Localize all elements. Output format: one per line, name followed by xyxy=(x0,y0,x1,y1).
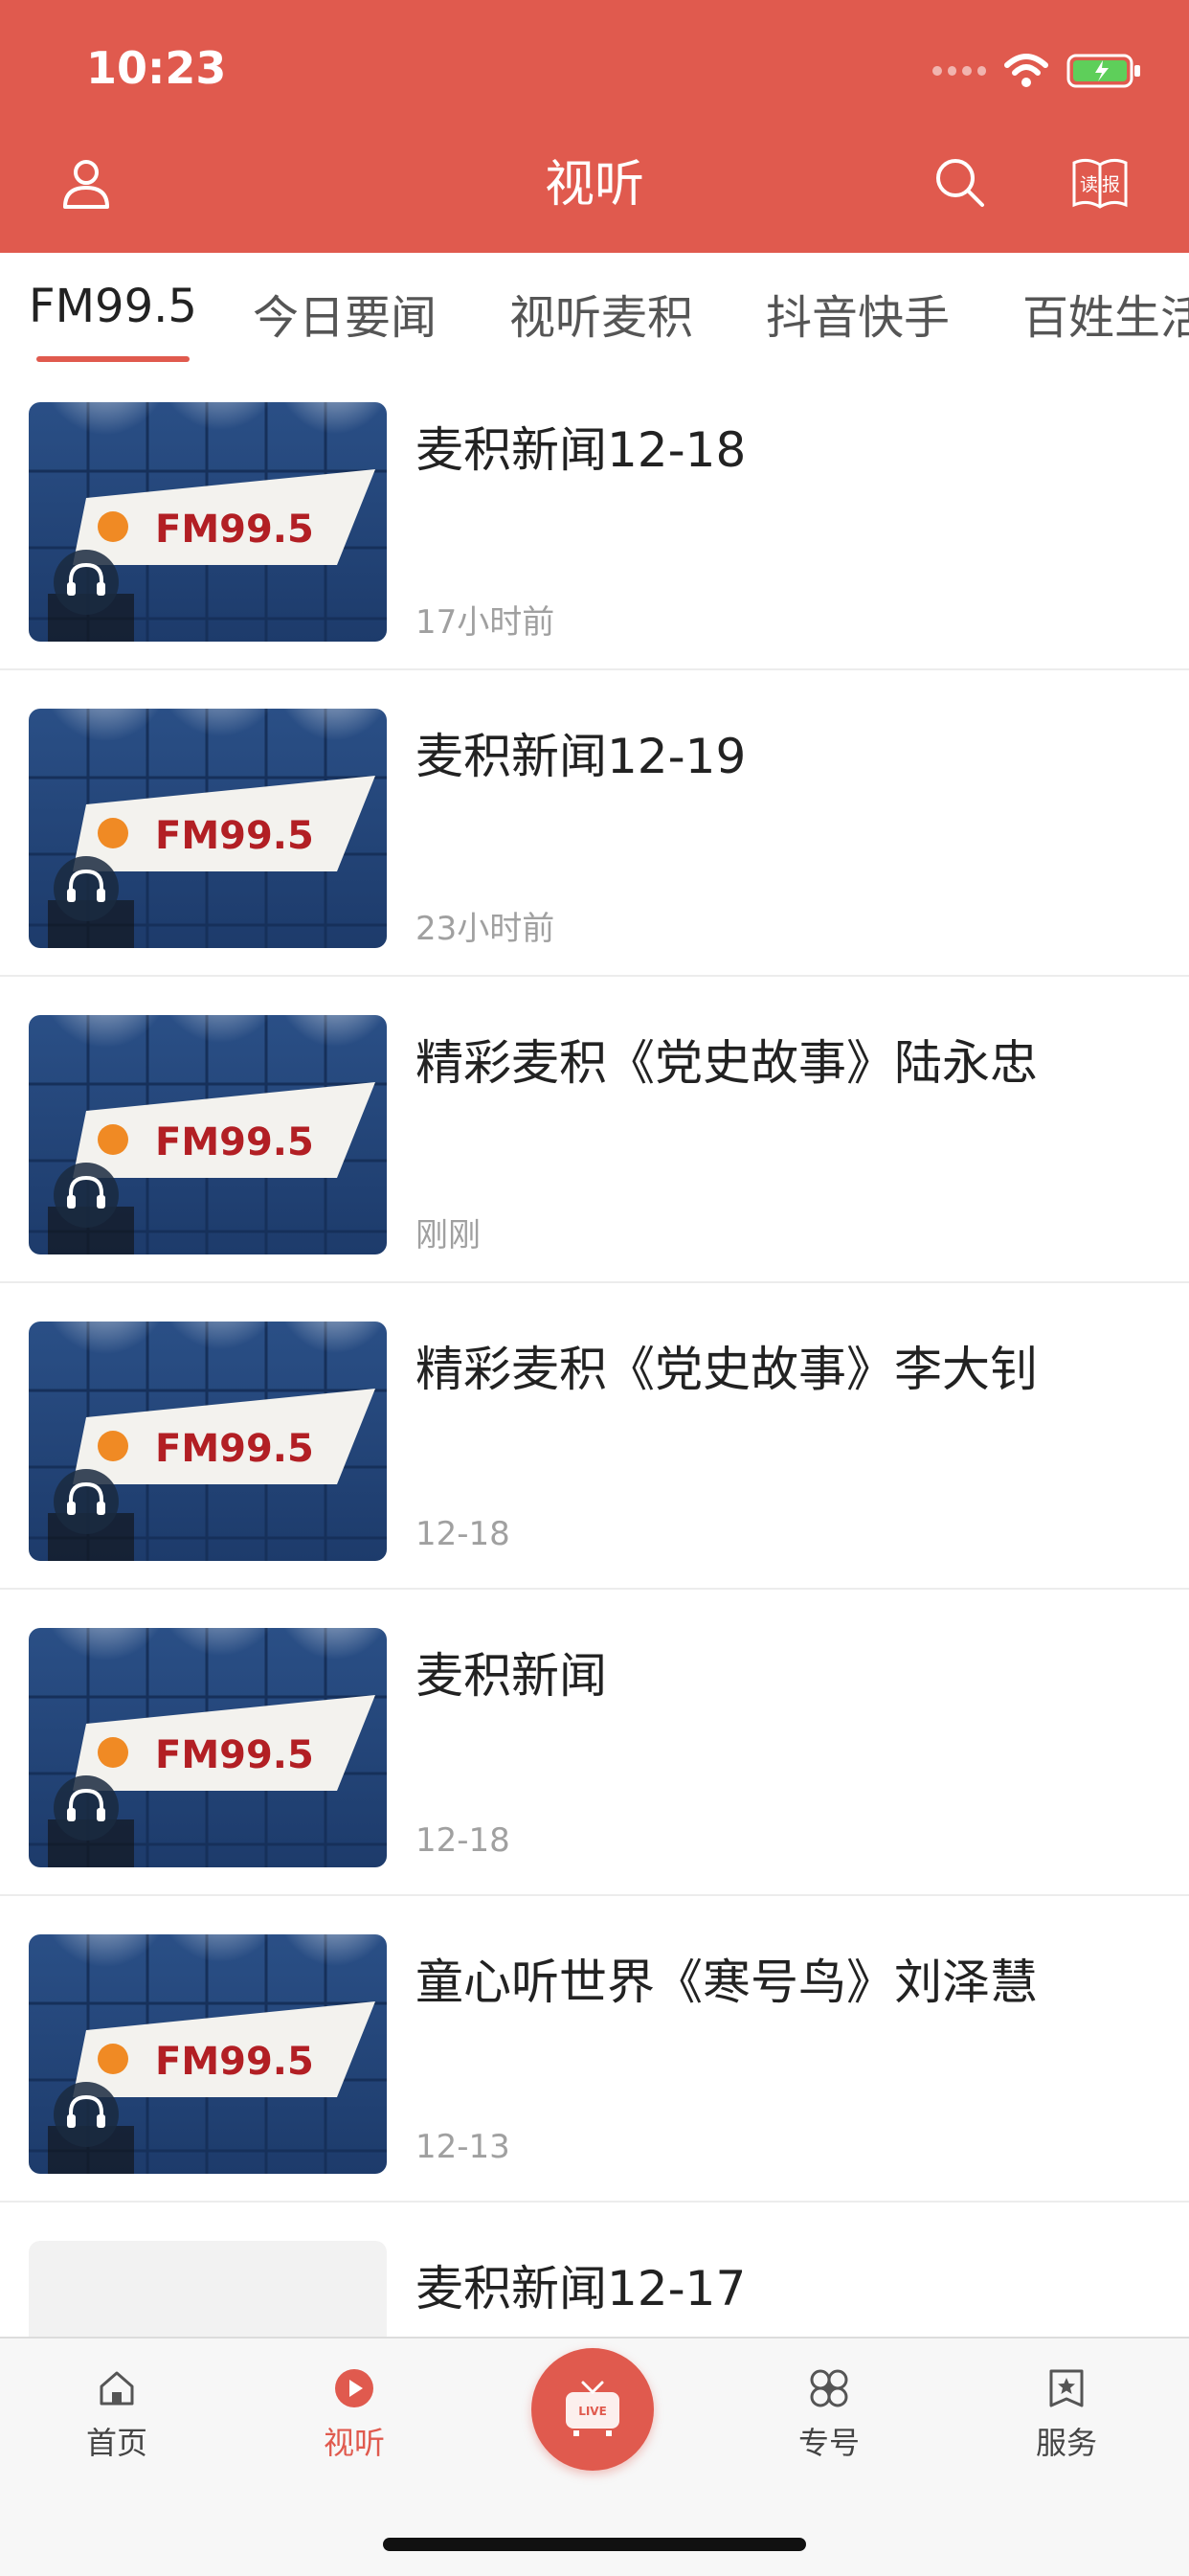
category-tabs: FM99.5 今日要闻 视听麦积 抖音快手 百姓生活 xyxy=(0,253,1189,364)
newspaper-button[interactable]: 读报 xyxy=(1070,153,1130,211)
item-title: 麦积新闻12-17 xyxy=(415,2261,747,2316)
play-icon xyxy=(335,2369,373,2407)
tabbar-listen[interactable]: 视听 xyxy=(278,2367,431,2463)
svg-text:FM99.5: FM99.5 xyxy=(155,814,314,858)
item-title: 精彩麦积《党史故事》陆永忠 xyxy=(415,1035,1038,1091)
tab-people-life[interactable]: 百姓生活 xyxy=(1022,280,1189,347)
list-item[interactable]: FM99.5 麦积新闻 12-18 xyxy=(0,1590,1189,1896)
flower-icon xyxy=(810,2369,848,2407)
app-header: 10:23 视听 读报 xyxy=(0,0,1189,253)
tabbar-special[interactable]: 专号 xyxy=(752,2367,906,2463)
live-label: LIVE xyxy=(578,2405,607,2418)
tab-fm995[interactable]: FM99.5 xyxy=(29,280,197,333)
tabbar-listen-label: 视听 xyxy=(323,2425,385,2461)
item-title: 精彩麦积《党史故事》李大钊 xyxy=(415,1342,1038,1397)
battery-icon xyxy=(1066,54,1140,88)
item-time: 12-13 xyxy=(415,2128,510,2166)
home-indicator xyxy=(383,2538,806,2551)
item-thumbnail: FM99.5 xyxy=(29,1322,387,1561)
svg-text:FM99.5: FM99.5 xyxy=(155,1427,314,1471)
item-time: 17小时前 xyxy=(415,603,555,642)
item-title: 麦积新闻 xyxy=(415,1648,607,1704)
tab-today-news[interactable]: 今日要闻 xyxy=(253,280,437,347)
tv-icon: LIVE xyxy=(566,2381,619,2436)
item-time: 23小时前 xyxy=(415,910,555,948)
list-item[interactable]: FM99.5 麦积新闻12-18 17小时前 xyxy=(0,364,1189,670)
live-button[interactable]: LIVE xyxy=(531,2348,654,2471)
item-thumbnail: FM99.5 xyxy=(29,1934,387,2174)
item-thumbnail: FM99.5 xyxy=(29,709,387,948)
item-time: 刚刚 xyxy=(415,1216,481,1254)
item-title: 童心听世界《寒号鸟》刘泽慧 xyxy=(415,1955,1038,2010)
newspaper-icon-label: 读报 xyxy=(1080,174,1125,195)
svg-text:FM99.5: FM99.5 xyxy=(155,508,314,552)
status-icons xyxy=(932,50,1143,92)
item-title: 麦积新闻12-18 xyxy=(415,422,747,478)
tabbar-special-label: 专号 xyxy=(797,2425,860,2461)
list-item[interactable]: FM99.5 精彩麦积《党史故事》陆永忠 刚刚 xyxy=(0,977,1189,1283)
list-item[interactable]: FM99.5 精彩麦积《党史故事》李大钊 12-18 xyxy=(0,1283,1189,1590)
tabbar-home[interactable]: 首页 xyxy=(40,2367,193,2463)
item-thumbnail: FM99.5 xyxy=(29,1015,387,1254)
item-time: 12-18 xyxy=(415,1821,510,1860)
svg-text:FM99.5: FM99.5 xyxy=(155,2040,314,2084)
wifi-icon xyxy=(1004,54,1048,87)
tab-maiji-media[interactable]: 视听麦积 xyxy=(509,280,693,347)
page-title: 视听 xyxy=(544,156,644,214)
tabbar-home-label: 首页 xyxy=(85,2425,147,2461)
signal-icon xyxy=(932,66,986,76)
item-thumbnail: FM99.5 xyxy=(29,402,387,642)
star-icon xyxy=(1049,2369,1084,2407)
status-time: 10:23 xyxy=(86,42,227,94)
home-icon xyxy=(100,2371,134,2406)
item-title: 麦积新闻12-19 xyxy=(415,729,747,784)
item-time: 12-18 xyxy=(415,1515,510,1553)
svg-text:FM99.5: FM99.5 xyxy=(155,1733,314,1777)
tab-active-indicator xyxy=(36,356,190,362)
list-item[interactable]: FM99.5 麦积新闻12-19 23小时前 xyxy=(0,670,1189,977)
list-item[interactable]: FM99.5 童心听世界《寒号鸟》刘泽慧 12-13 xyxy=(0,1896,1189,2203)
tabbar-service-label: 服务 xyxy=(1035,2425,1097,2461)
tab-douyin-kuaishou[interactable]: 抖音快手 xyxy=(766,280,950,347)
item-thumbnail: FM99.5 xyxy=(29,1628,387,1867)
search-icon[interactable] xyxy=(931,153,988,211)
svg-text:FM99.5: FM99.5 xyxy=(155,1120,314,1164)
tabbar-service[interactable]: 服务 xyxy=(990,2367,1143,2463)
